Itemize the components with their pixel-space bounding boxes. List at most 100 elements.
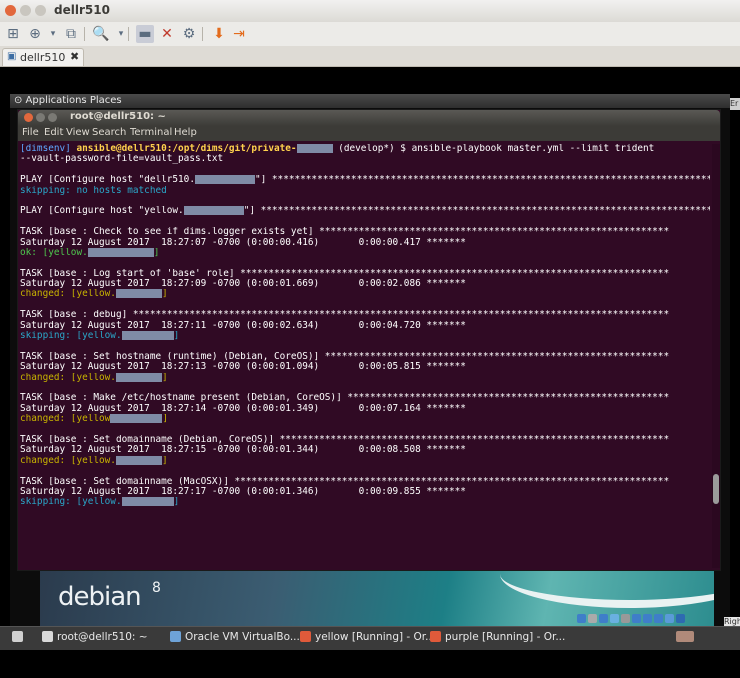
terminal-titlebar: root@dellr510: ~: [18, 110, 720, 126]
terminal-minimize-button[interactable]: [36, 113, 45, 122]
terminal-close-button[interactable]: [24, 113, 33, 122]
vm-overview-icon[interactable]: ⊞: [4, 25, 22, 43]
terminal-line: TASK [base : Log start of 'base' role] *…: [20, 269, 710, 279]
tray-icon[interactable]: [676, 614, 685, 623]
terminal-text: TASK [base : Check to see if dims.logger…: [20, 227, 670, 238]
tray-icon[interactable]: [632, 614, 641, 623]
redacted-block: [194, 175, 255, 185]
menu-search[interactable]: Search: [92, 127, 126, 138]
terminal-text: TASK [base : Set domainname (MacOSX)] **…: [20, 476, 670, 487]
tray-icon[interactable]: [588, 614, 597, 623]
tab-dellr510[interactable]: ▣ dellr510 ✖: [2, 48, 84, 66]
download-icon[interactable]: ⬇: [210, 25, 228, 43]
terminal-output[interactable]: [dimsenv] ansible@dellr510:/opt/dims/git…: [20, 144, 710, 568]
redacted-block: [121, 331, 174, 341]
terminal-text: --vault-password-file=vault_pass.txt: [20, 154, 224, 165]
snapshot-icon[interactable]: ⧉: [62, 25, 80, 43]
redacted-block: [115, 372, 162, 382]
dropdown-icon[interactable]: ▾: [44, 25, 62, 43]
terminal-text: PLAY [Configure host "dellr510.: [20, 175, 195, 186]
terminal-line: changed: [yellow.]: [20, 372, 710, 383]
tray-icon[interactable]: [643, 614, 652, 623]
redacted-block: [87, 247, 154, 257]
terminal-text: skipping: no hosts matched: [20, 185, 167, 196]
terminal-line: TASK [base : Check to see if dims.logger…: [20, 227, 710, 237]
terminal-text: Saturday 12 August 2017 18:27:07 -0700 (…: [20, 237, 466, 248]
host-titlebar: dellr510: [0, 0, 740, 23]
terminal-window[interactable]: root@dellr510: ~ File Edit View Search T…: [18, 110, 720, 570]
menu-edit[interactable]: Edit: [44, 127, 63, 138]
settings-icon[interactable]: ⚙: [180, 25, 198, 43]
taskbar-item-virtualbox[interactable]: Oracle VM VirtualBo...: [170, 631, 300, 647]
terminal-text: "] *************************************…: [243, 206, 710, 217]
terminal-text: Saturday 12 August 2017 18:27:14 -0700 (…: [20, 403, 466, 414]
toolbar-divider: [128, 27, 129, 41]
terminal-line: TASK [base : debug] ********************…: [20, 310, 710, 320]
terminal-text: TASK [base : Set domainname (Debian, Cor…: [20, 434, 670, 445]
tools-icon[interactable]: ✕: [158, 25, 176, 43]
terminal-line: Saturday 12 August 2017 18:27:11 -0700 (…: [20, 321, 710, 331]
menu-help[interactable]: Help: [174, 127, 197, 138]
maximize-window-button[interactable]: [35, 5, 46, 16]
guest-tray-icons: [577, 614, 730, 626]
debian-logo: debian: [58, 582, 142, 612]
terminal-text: changed: [yellow.: [20, 372, 116, 383]
redacted-block: [110, 414, 163, 424]
vm-icon: [430, 631, 441, 642]
close-window-button[interactable]: [5, 5, 16, 16]
toolbar-divider: [202, 27, 203, 41]
tray-icon[interactable]: [654, 614, 663, 623]
upload-icon[interactable]: ⇥: [230, 25, 248, 43]
tray-icon[interactable]: [665, 614, 674, 623]
close-icon[interactable]: ✖: [70, 50, 79, 63]
tray-icon[interactable]: [599, 614, 608, 623]
scrollbar-thumb[interactable]: [713, 474, 719, 504]
right-edge-label: Er: [730, 98, 740, 110]
terminal-line: [dimsenv] ansible@dellr510:/opt/dims/git…: [20, 144, 710, 154]
terminal-text: ]: [153, 247, 160, 258]
show-desktop-button[interactable]: [12, 631, 27, 647]
terminal-text: TASK [base : Make /etc/hostname present …: [20, 393, 670, 404]
terminal-line: Saturday 12 August 2017 18:27:07 -0700 (…: [20, 238, 710, 248]
toolbar-divider: [84, 27, 85, 41]
vm-screen[interactable]: ⊙ Applications Places debian 8 root@dell…: [10, 94, 730, 626]
terminal-line: Saturday 12 August 2017 18:27:13 -0700 (…: [20, 362, 710, 372]
taskbar-item-purple-vm[interactable]: purple [Running] - Or...: [430, 631, 565, 647]
menu-terminal[interactable]: Terminal: [130, 127, 172, 138]
minimize-window-button[interactable]: [20, 5, 31, 16]
terminal-text: (develop*) $ ansible-playbook master.yml…: [332, 144, 655, 154]
taskbar-item-terminal[interactable]: root@dellr510: ~: [42, 631, 148, 647]
search-icon[interactable]: 🔍: [92, 25, 110, 43]
workspace-switcher[interactable]: [676, 631, 698, 647]
host-window-title: dellr510: [54, 3, 110, 17]
applications-menu[interactable]: ⊙ Applications Places: [14, 95, 122, 106]
menu-file[interactable]: File: [22, 127, 39, 138]
terminal-maximize-button[interactable]: [48, 113, 57, 122]
terminal-text: PLAY [Configure host "yellow.: [20, 206, 184, 217]
terminal-line: PLAY [Configure host "dellr510. "] ******…: [20, 175, 710, 185]
host-bottom-area: [0, 650, 740, 678]
terminal-line: Saturday 12 August 2017 18:27:14 -0700 (…: [20, 404, 710, 414]
network-icon[interactable]: ⊕: [26, 25, 44, 43]
menu-view[interactable]: View: [66, 127, 90, 138]
tray-icon[interactable]: [621, 614, 630, 623]
terminal-line: Saturday 12 August 2017 18:27:17 -0700 (…: [20, 487, 710, 497]
terminal-scrollbar[interactable]: [712, 144, 720, 568]
host-toolbar: ⊞ ⊕ ▾ ⧉ 🔍 ▾ ▬ ✕ ⚙ ⬇ ⇥: [0, 22, 740, 47]
terminal-text: ]: [173, 331, 180, 342]
terminal-line: Saturday 12 August 2017 18:27:09 -0700 (…: [20, 279, 710, 289]
wallpaper-swoosh: [500, 570, 714, 608]
terminal-text: ]: [161, 289, 168, 300]
console-icon[interactable]: ▬: [136, 25, 154, 43]
terminal-line: TASK [base : Set hostname (runtime) (Deb…: [20, 352, 710, 362]
terminal-text: TASK [base : Log start of 'base' role] *…: [20, 268, 670, 279]
taskbar-item-yellow-vm[interactable]: yellow [Running] - Or...: [300, 631, 435, 647]
tray-icon[interactable]: [577, 614, 586, 623]
tray-icon[interactable]: [610, 614, 619, 623]
